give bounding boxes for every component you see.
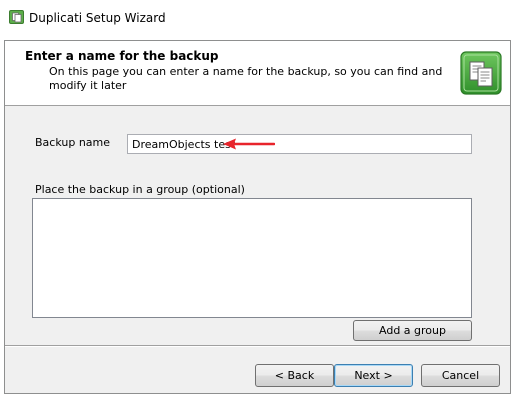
annotation-arrow-icon: [223, 138, 275, 150]
wizard-panel: Enter a name for the backup On this page…: [4, 40, 511, 394]
footer-divider: [5, 345, 510, 347]
window-title: Duplicati Setup Wizard: [29, 11, 166, 25]
page-title: Enter a name for the backup: [25, 49, 219, 63]
backup-name-label: Backup name: [35, 136, 111, 149]
page-description: On this page you can enter a name for th…: [49, 65, 443, 92]
duplicati-app-icon: [9, 10, 24, 24]
next-button[interactable]: Next >: [334, 364, 413, 387]
group-label: Place the backup in a group (optional): [35, 183, 245, 196]
wizard-header: Enter a name for the backup On this page…: [5, 41, 510, 106]
group-tree-list[interactable]: [32, 198, 472, 318]
backup-name-input[interactable]: [127, 134, 472, 154]
back-button[interactable]: < Back: [255, 364, 334, 387]
window-titlebar: Duplicati Setup Wizard: [0, 0, 517, 34]
cancel-button[interactable]: Cancel: [421, 364, 500, 387]
document-copy-icon: [460, 51, 502, 95]
add-group-button[interactable]: Add a group: [353, 320, 472, 341]
